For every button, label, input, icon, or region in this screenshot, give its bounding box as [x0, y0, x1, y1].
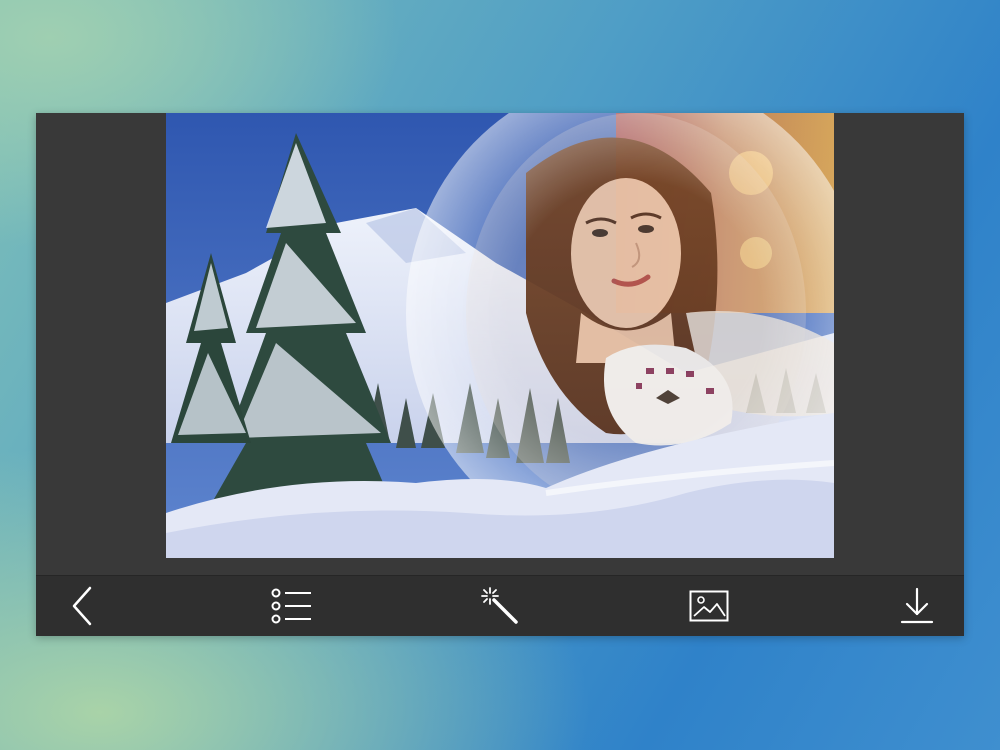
gallery-button[interactable] [678, 581, 740, 631]
bottom-toolbar [36, 575, 964, 636]
photo-editor-frame [36, 113, 964, 636]
save-button[interactable] [886, 581, 948, 631]
frames-list-button[interactable] [261, 581, 323, 631]
chevron-left-icon [72, 586, 92, 626]
effects-button[interactable] [469, 581, 531, 631]
magic-wand-icon [481, 587, 518, 624]
canvas-area [36, 113, 964, 575]
download-icon [900, 587, 934, 624]
image-icon [689, 590, 728, 622]
edited-photo[interactable] [166, 113, 834, 558]
list-icon [271, 588, 311, 624]
back-button[interactable] [52, 581, 114, 631]
photo-artwork [166, 113, 834, 558]
